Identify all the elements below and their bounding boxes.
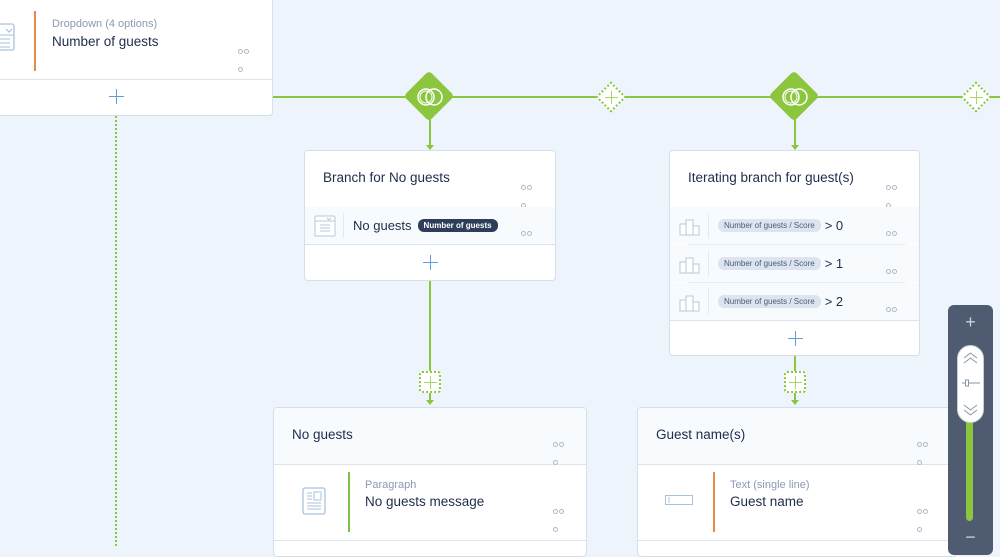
plus-icon[interactable] [109, 89, 124, 104]
chevron-up-icon[interactable] [963, 352, 978, 364]
ranking-podium-icon [679, 219, 700, 236]
field-no-guests-message[interactable]: Paragraph No guests message [274, 465, 586, 540]
more-options-icon[interactable] [521, 223, 535, 254]
card-header[interactable]: Iterating branch for guest(s) [670, 151, 919, 208]
connector-dotted-left [115, 116, 117, 546]
zoom-out-button[interactable]: − [948, 527, 993, 548]
field-type-label: Paragraph [365, 479, 417, 491]
condition-text: Number of guests / Score > 1 [718, 256, 843, 271]
field-number-of-guests[interactable]: Dropdown (4 options) Number of guests [0, 1, 272, 80]
card-header[interactable]: Guest name(s) [638, 408, 956, 465]
divider [708, 251, 709, 276]
zoom-in-button[interactable]: + [948, 312, 993, 333]
condition-row[interactable]: No guests Number of guests [305, 207, 555, 254]
field-tag: Number of guests / Score [718, 257, 821, 270]
divider [638, 540, 956, 541]
more-options-icon[interactable] [553, 434, 567, 465]
ranking-podium-icon [679, 257, 700, 274]
field-accent-bar [713, 472, 715, 532]
condition-row[interactable]: Number of guests / Score > 0 [670, 207, 919, 254]
branch-overlap-circles-icon [417, 88, 443, 106]
field-accent-bar [34, 11, 36, 71]
more-options-icon[interactable] [886, 223, 900, 254]
plus-icon [789, 376, 802, 389]
condition-expression: > 0 [824, 218, 844, 233]
condition-text: Number of guests / Score > 2 [718, 294, 843, 309]
add-condition-row[interactable] [305, 245, 555, 280]
dropdown-list-icon [314, 215, 336, 237]
condition-row[interactable]: Number of guests / Score > 2 [670, 283, 919, 330]
divider [274, 540, 586, 541]
divider [708, 213, 709, 238]
card-title: Branch for No guests [323, 170, 450, 185]
more-options-icon[interactable] [917, 434, 931, 465]
divider [708, 289, 709, 314]
field-guest-name[interactable]: Text (single line) Guest name [638, 465, 956, 540]
plus-icon[interactable] [788, 331, 803, 346]
plus-icon [424, 376, 437, 389]
arrow-icon [426, 400, 434, 405]
card-title: Iterating branch for guest(s) [688, 170, 854, 185]
card-title: No guests [292, 427, 353, 442]
add-condition-row[interactable] [670, 321, 919, 355]
dropdown-list-icon [0, 23, 15, 51]
field-tag: Number of guests / Score [718, 295, 821, 308]
plus-icon [970, 91, 983, 104]
zoom-control: + − [948, 305, 993, 555]
more-options-icon[interactable] [886, 299, 900, 330]
more-options-icon[interactable] [886, 177, 900, 208]
zoom-slider-handle[interactable] [957, 345, 984, 423]
more-options-icon[interactable] [521, 177, 535, 208]
section-no-guests-card: No guests Paragraph No guests message [273, 407, 587, 557]
text-input-icon [665, 495, 693, 505]
branch-iterating-card: Iterating branch for guest(s) Number of … [669, 150, 920, 356]
more-options-icon[interactable] [238, 41, 252, 72]
condition-expression: > 1 [824, 256, 844, 271]
field-name: Number of guests [52, 34, 159, 49]
more-options-icon[interactable] [917, 501, 931, 532]
field-name: Guest name [730, 494, 804, 509]
condition-text: Number of guests / Score > 0 [718, 218, 843, 233]
field-tag: Number of guests / Score [718, 219, 821, 232]
condition-row[interactable]: Number of guests / Score > 1 [670, 245, 919, 292]
arrow-icon [791, 400, 799, 405]
add-field-row[interactable] [0, 80, 272, 115]
divider [343, 213, 344, 238]
more-options-icon[interactable] [886, 261, 900, 292]
connector-branch1-down [429, 118, 431, 146]
connector-branch2-down [794, 118, 796, 146]
field-type-label: Text (single line) [730, 479, 810, 491]
more-options-icon[interactable] [553, 501, 567, 532]
field-tag: Number of guests [417, 219, 498, 232]
paragraph-icon [302, 487, 326, 515]
condition-text: No guests Number of guests [353, 218, 498, 233]
section-guest-names-card: Guest name(s) Text (single line) Guest n… [637, 407, 957, 557]
card-header[interactable]: No guests [274, 408, 586, 465]
card-header[interactable]: Branch for No guests [305, 151, 555, 208]
chevron-down-icon[interactable] [963, 404, 978, 416]
field-accent-bar [348, 472, 350, 532]
field-name: No guests message [365, 494, 485, 509]
branch-overlap-circles-icon [782, 88, 808, 106]
plus-icon [605, 91, 618, 104]
branch-no-guests-card: Branch for No guests No guests Number of … [304, 150, 556, 281]
zoom-level-icon [962, 379, 980, 387]
card-title: Guest name(s) [656, 427, 746, 442]
condition-expression: > 2 [824, 294, 844, 309]
ranking-podium-icon [679, 295, 700, 312]
connector-main [273, 96, 1000, 98]
plus-icon[interactable] [423, 255, 438, 270]
top-left-card: Dropdown (4 options) Number of guests [0, 0, 273, 116]
condition-label: No guests [353, 218, 412, 233]
field-type-label: Dropdown (4 options) [52, 18, 158, 30]
